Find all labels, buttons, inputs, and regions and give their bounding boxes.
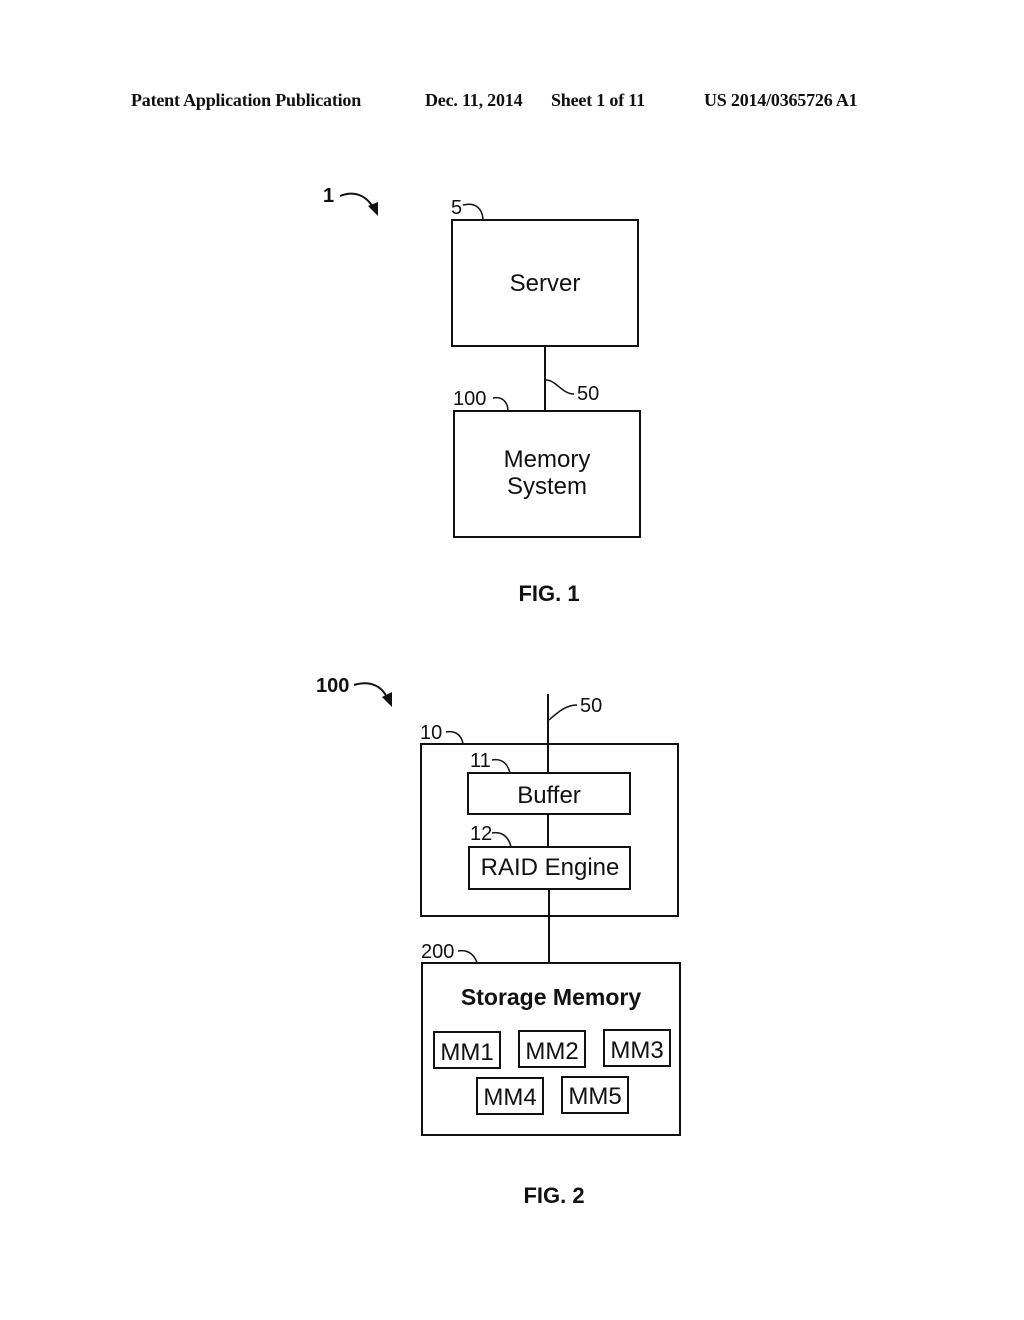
ref-system-1: 1 (323, 185, 334, 207)
ref-link: 50 (580, 695, 602, 717)
leader-line-controller (445, 730, 464, 745)
raid-engine-label: RAID Engine (481, 854, 620, 881)
leader-line-link (545, 379, 575, 395)
buffer-label: Buffer (517, 782, 581, 809)
leader-line-memory-system (492, 396, 509, 412)
memory-module-label: MM1 (440, 1039, 493, 1066)
fig1-caption: FIG. 1 (518, 581, 579, 606)
leader-line-storage-memory (457, 949, 478, 964)
memory-module-label: MM2 (525, 1038, 578, 1065)
ref-raid-engine: 12 (470, 823, 492, 845)
memory-module-label: MM5 (568, 1083, 621, 1110)
ref-system-100: 100 (316, 675, 349, 697)
storage-memory-label: Storage Memory (461, 984, 641, 1010)
patent-drawing: 1 5 Server 50 100 Memory System FIG. 1 1… (316, 185, 681, 1208)
ref-buffer: 11 (470, 750, 491, 772)
ref-server: 5 (451, 197, 462, 219)
arrowhead-icon (382, 692, 392, 707)
leader-line-buffer (491, 758, 511, 774)
leader-line-server (462, 203, 484, 220)
memory-module-mm3: MM3 (603, 1029, 671, 1067)
ref-link: 50 (577, 383, 599, 405)
leader-line-raid-engine (491, 831, 512, 848)
memory-module-mm4: MM4 (476, 1077, 544, 1115)
memory-module-label: MM3 (610, 1037, 663, 1064)
memory-module-mm5: MM5 (561, 1076, 629, 1114)
memory-module-mm1: MM1 (433, 1031, 501, 1069)
ref-memory-system: 100 (453, 388, 486, 410)
ref-storage-memory: 200 (421, 941, 454, 963)
leader-line-link (548, 704, 578, 721)
ref-controller: 10 (420, 722, 442, 744)
ref-arrow-1 (339, 192, 375, 211)
server-label: Server (510, 270, 581, 297)
memory-module-label: MM4 (483, 1084, 536, 1111)
arrowhead-icon (368, 202, 378, 216)
memory-system-label-line1: Memory (504, 446, 591, 473)
fig1: 1 5 Server 50 100 Memory System FIG. 1 (323, 185, 641, 606)
memory-system-label-line2: System (507, 473, 587, 500)
fig2: 100 50 10 11 Buffer 12 RAID Engine 200 S… (316, 675, 681, 1208)
memory-module-mm2: MM2 (518, 1030, 586, 1068)
fig2-caption: FIG. 2 (523, 1183, 584, 1208)
